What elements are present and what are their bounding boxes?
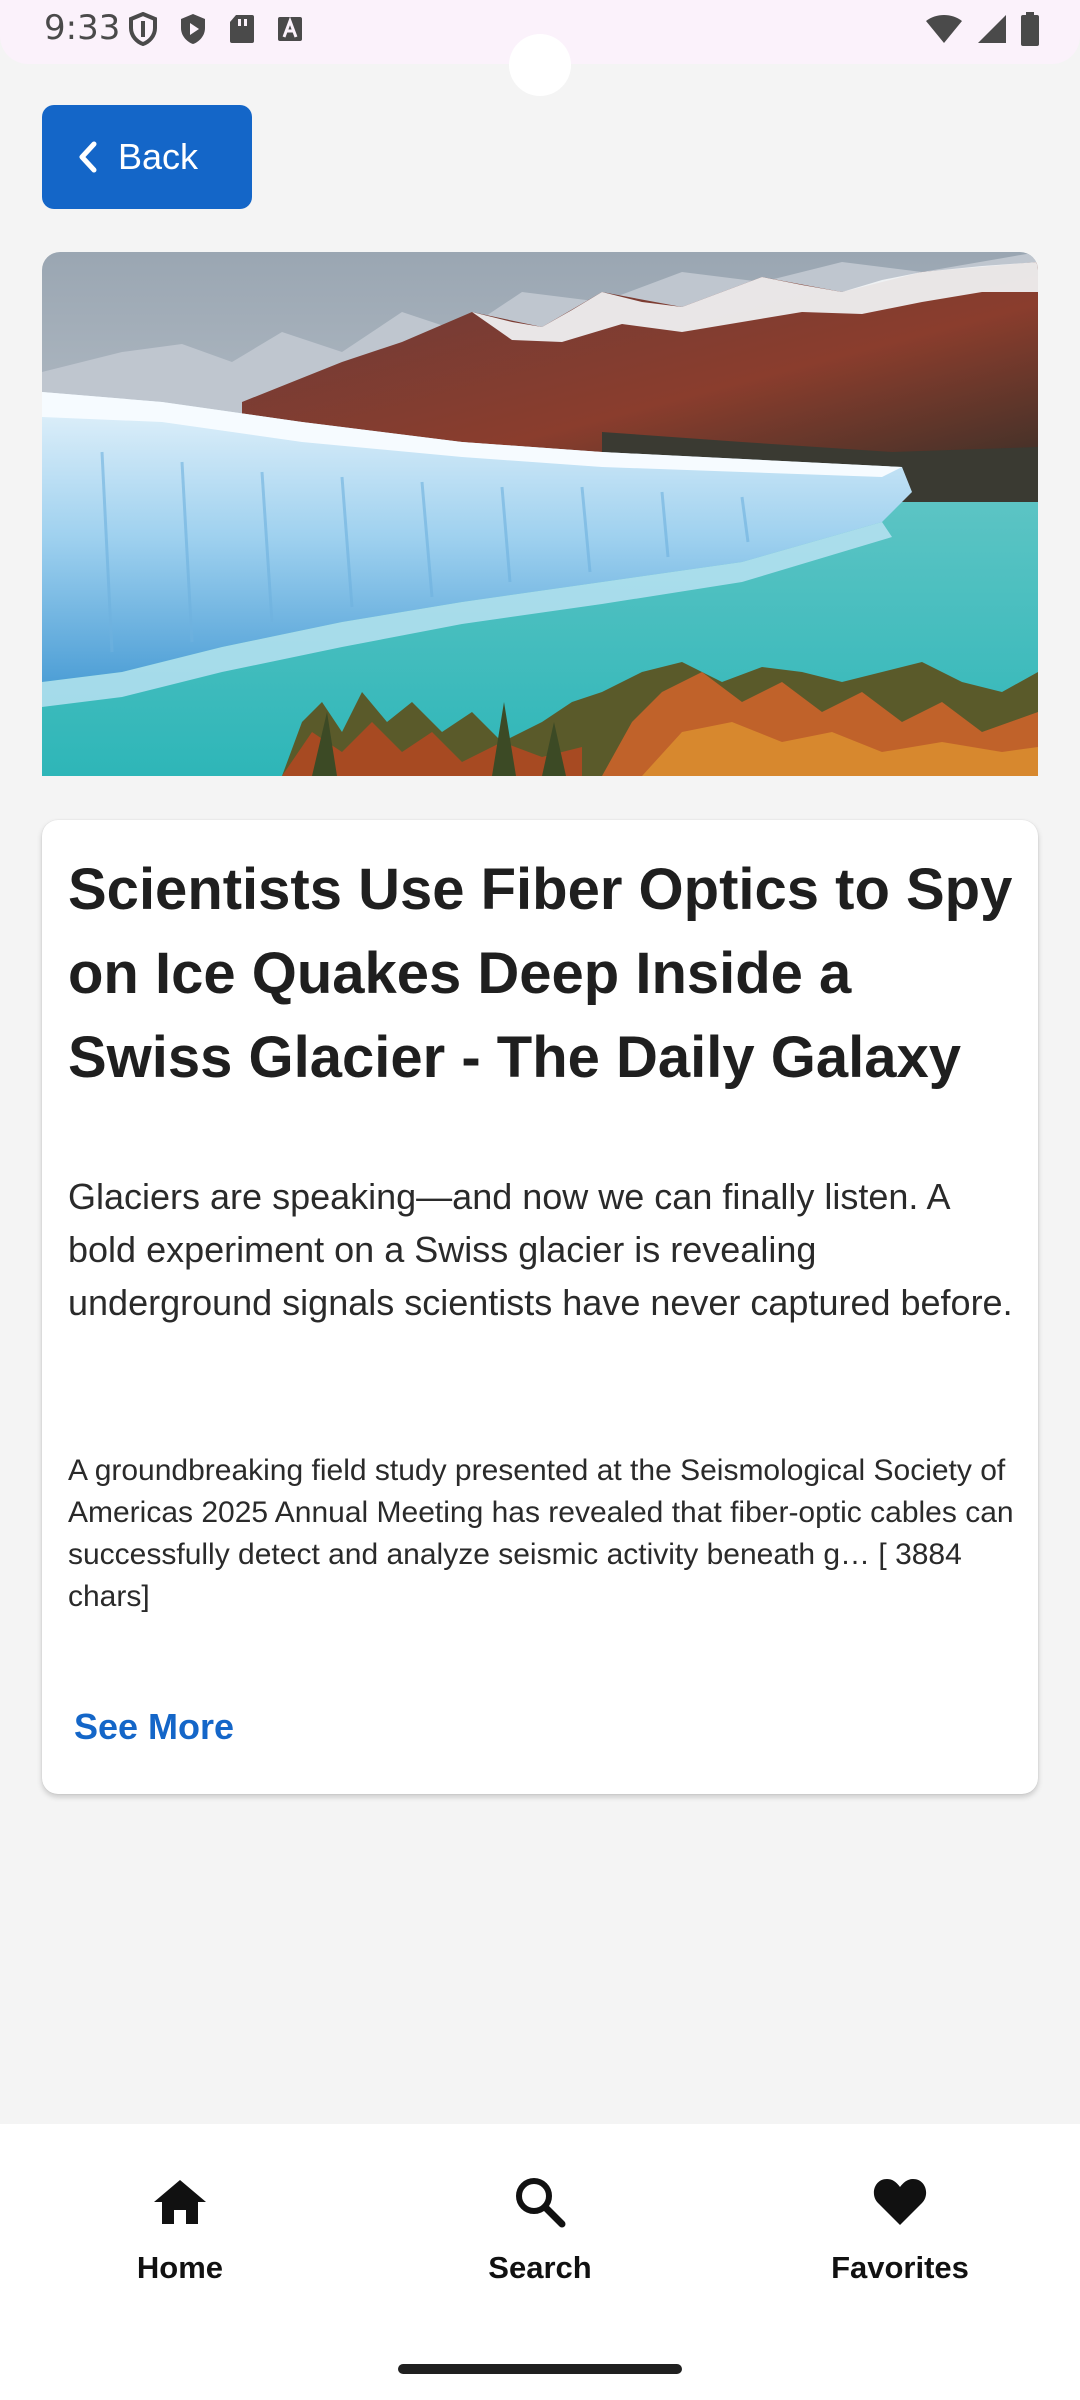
wifi-icon: [926, 15, 962, 43]
see-more-link[interactable]: See More: [74, 1706, 234, 1748]
nav-label-search: Search: [488, 2250, 592, 2285]
home-icon: [154, 2180, 206, 2224]
play-protect-icon: [181, 14, 205, 44]
back-button[interactable]: Back: [42, 105, 252, 209]
article-card: Scientists Use Fiber Optics to Spy on Ic…: [42, 820, 1038, 1794]
article-title: Scientists Use Fiber Optics to Spy on Ic…: [68, 857, 1013, 1090]
nav-label-home: Home: [136, 2250, 224, 2285]
shield-icon: [129, 12, 157, 46]
status-right-icons: [924, 12, 1040, 46]
nav-item-home[interactable]: Home: [0, 2124, 360, 2324]
home-indicator[interactable]: [398, 2364, 682, 2374]
heart-icon: [873, 2179, 927, 2225]
glacier-landscape-image: [42, 252, 1038, 776]
article-description: Glaciers are speaking—and now we can fin…: [68, 1176, 1013, 1323]
signal-icon: [978, 15, 1006, 43]
status-left-icons: [128, 12, 304, 46]
sd-card-icon: [230, 15, 254, 43]
status-time: 9:33: [44, 8, 121, 48]
a-box-icon: [278, 16, 302, 41]
article-image: [42, 252, 1038, 776]
camera-cutout: [509, 34, 571, 96]
nav-item-search[interactable]: Search: [360, 2124, 720, 2324]
battery-icon: [1021, 12, 1039, 46]
search-icon: [516, 2178, 566, 2228]
bottom-navigation: Home Search Favorites: [0, 2124, 1080, 2400]
back-button-label: Back: [118, 136, 199, 177]
nav-label-favorites: Favorites: [831, 2250, 969, 2285]
chevron-left-icon: [79, 141, 97, 173]
nav-item-favorites[interactable]: Favorites: [720, 2124, 1080, 2324]
article-content: A groundbreaking field study presented a…: [68, 1454, 1014, 1613]
